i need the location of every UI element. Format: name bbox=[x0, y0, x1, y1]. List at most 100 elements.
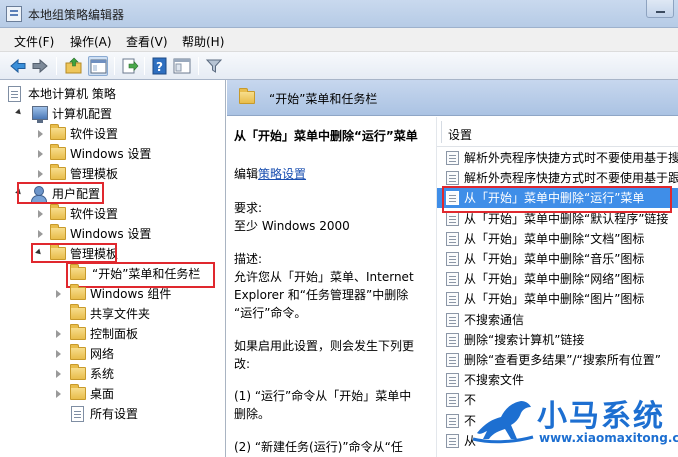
toolbar-separator bbox=[56, 57, 57, 75]
tree-label: 管理模板 bbox=[70, 167, 119, 181]
tree-label: Windows 组件 bbox=[90, 287, 172, 301]
folder-icon bbox=[70, 344, 86, 360]
requirements-value: 至少 Windows 2000 bbox=[234, 219, 350, 233]
svg-text:?: ? bbox=[156, 60, 163, 74]
collapse-arrow-icon[interactable] bbox=[56, 350, 61, 358]
policy-row[interactable]: 从「开始」菜单中删除“图片”图标 bbox=[437, 289, 678, 309]
policy-row-label: 从「开始」菜单中删除“文档”图标 bbox=[464, 231, 645, 246]
collapse-arrow-icon[interactable] bbox=[38, 130, 43, 138]
policy-icon bbox=[8, 86, 21, 102]
collapse-arrow-icon[interactable] bbox=[56, 390, 61, 398]
policy-setting-icon bbox=[446, 332, 459, 347]
window-title: 本地组策略编辑器 bbox=[28, 8, 125, 22]
policy-row-label: 从「开始」菜单中删除“音乐”图标 bbox=[464, 252, 645, 266]
collapse-arrow-icon[interactable] bbox=[56, 290, 61, 298]
menu-action[interactable]: 操作(A) bbox=[70, 33, 112, 50]
policy-setting-icon bbox=[446, 373, 459, 388]
tree-label: 共享文件夹 bbox=[90, 307, 151, 321]
folder-icon bbox=[70, 324, 86, 340]
policy-row-label: 从「开始」菜单中删除“网络”图标 bbox=[464, 272, 645, 287]
policy-setting-icon bbox=[446, 171, 459, 186]
collapse-arrow-icon[interactable] bbox=[38, 170, 43, 178]
collapse-arrow-icon[interactable] bbox=[56, 330, 61, 338]
policy-row-label: 删除“搜索计算机”链接 bbox=[464, 332, 585, 347]
tree-label: 控制面板 bbox=[90, 327, 139, 341]
help-icon: ? bbox=[152, 57, 167, 75]
console-tree-icon bbox=[90, 59, 107, 74]
highlight-box bbox=[442, 186, 672, 213]
edit-policy-link[interactable]: 策略设置 bbox=[258, 167, 306, 181]
policy-setting-icon bbox=[446, 312, 459, 327]
policy-row[interactable]: 从「开始」菜单中删除“网络”图标 bbox=[437, 269, 678, 289]
policy-row[interactable]: 解析外壳程序快捷方式时不要使用基于搜 bbox=[437, 148, 678, 168]
description-text: 改: bbox=[234, 357, 251, 371]
description-text: 允许您从「开始」菜单、Internet bbox=[234, 270, 414, 284]
group-policy-editor-window: 本地组策略编辑器 文件(F) 操作(A) 查看(V) 帮助(H) ? 本地计算机… bbox=[0, 0, 678, 457]
tree-label: 软件设置 bbox=[70, 127, 119, 141]
properties-button[interactable] bbox=[172, 56, 192, 76]
tree-label: 计算机配置 bbox=[52, 107, 113, 121]
policy-row[interactable]: 删除“查看更多结果”/“搜索所有位置” bbox=[437, 350, 678, 370]
horse-logo-icon bbox=[472, 401, 534, 444]
forward-button[interactable] bbox=[30, 56, 50, 76]
back-button[interactable] bbox=[8, 56, 28, 76]
folder-icon bbox=[50, 164, 66, 180]
menu-view[interactable]: 查看(V) bbox=[126, 33, 168, 50]
policy-row-label: 不搜索通信 bbox=[464, 312, 525, 327]
up-level-button[interactable] bbox=[64, 56, 84, 76]
toolbar-separator bbox=[114, 57, 115, 75]
policy-row[interactable]: 删除“搜索计算机”链接 bbox=[437, 330, 678, 350]
collapse-arrow-icon[interactable] bbox=[38, 210, 43, 218]
description-text: Explorer 和“任务管理器”中删除 bbox=[234, 288, 409, 302]
folder-icon bbox=[70, 284, 86, 300]
properties-icon bbox=[173, 58, 191, 74]
filter-button[interactable] bbox=[204, 56, 224, 76]
folder-icon bbox=[70, 364, 86, 380]
requirements-label: 要求: bbox=[234, 201, 263, 215]
menu-help[interactable]: 帮助(H) bbox=[182, 33, 224, 50]
title-bar: 本地组策略编辑器 bbox=[0, 0, 678, 28]
watermark-url: www.xiaomaxitong.com bbox=[539, 431, 678, 445]
policy-setting-icon bbox=[446, 353, 459, 367]
policy-setting-icon bbox=[446, 252, 459, 266]
policy-row[interactable]: 不搜索通信 bbox=[437, 310, 678, 330]
description-label: 描述: bbox=[234, 252, 263, 266]
folder-icon bbox=[70, 304, 86, 320]
column-header-settings[interactable]: 设置 bbox=[437, 117, 678, 147]
menu-bar: 文件(F) 操作(A) 查看(V) 帮助(H) bbox=[0, 28, 678, 52]
collapse-arrow-icon[interactable] bbox=[38, 150, 43, 158]
back-arrow-icon bbox=[10, 58, 26, 74]
app-icon bbox=[6, 6, 22, 22]
all-settings-icon bbox=[71, 406, 84, 422]
column-divider bbox=[441, 121, 442, 143]
watermark-brand: 小马系统 bbox=[537, 399, 665, 434]
policy-title: 从「开始」菜单中删除“运行”菜单 bbox=[234, 129, 418, 143]
policy-row[interactable]: 从「开始」菜单中删除“音乐”图标 bbox=[437, 249, 678, 269]
show-hide-tree-button[interactable] bbox=[88, 56, 108, 76]
help-button[interactable]: ? bbox=[150, 56, 170, 76]
tree-label: Windows 设置 bbox=[70, 147, 152, 161]
policy-setting-icon bbox=[446, 433, 459, 448]
collapse-arrow-icon[interactable] bbox=[56, 370, 61, 378]
minimize-button[interactable] bbox=[646, 0, 674, 18]
toolbar-separator bbox=[198, 57, 199, 75]
console-tree[interactable]: 本地计算机 策略 计算机配置 软件设置 Windows 设置 管理模板 用户配置 bbox=[0, 80, 226, 457]
export-icon bbox=[122, 58, 139, 74]
policy-row[interactable]: 从「开始」菜单中删除“文档”图标 bbox=[437, 229, 678, 249]
toolbar: ? bbox=[0, 52, 678, 80]
tree-label: 网络 bbox=[90, 347, 115, 361]
edit-policy-line: 编辑策略设置 bbox=[234, 165, 306, 182]
export-list-button[interactable] bbox=[120, 56, 140, 76]
watermark: 小马系统 www.xiaomaxitong.com bbox=[469, 387, 678, 457]
extended-description-pane: 从「开始」菜单中删除“运行”菜单 编辑策略设置 要求: 至少 Windows 2… bbox=[227, 117, 436, 457]
expand-arrow-icon[interactable] bbox=[15, 108, 23, 117]
folder-icon bbox=[50, 144, 66, 160]
description-text: 如果启用此设置，则会发生下列更 bbox=[234, 339, 415, 353]
collapse-arrow-icon[interactable] bbox=[38, 230, 43, 238]
policy-setting-icon bbox=[446, 211, 459, 226]
column-label: 设置 bbox=[448, 128, 473, 142]
menu-file[interactable]: 文件(F) bbox=[14, 33, 54, 50]
tree-label: Windows 设置 bbox=[70, 227, 152, 241]
filter-icon bbox=[205, 59, 223, 73]
description-text: (1) “运行”命令从「开始」菜单中 bbox=[234, 389, 412, 403]
